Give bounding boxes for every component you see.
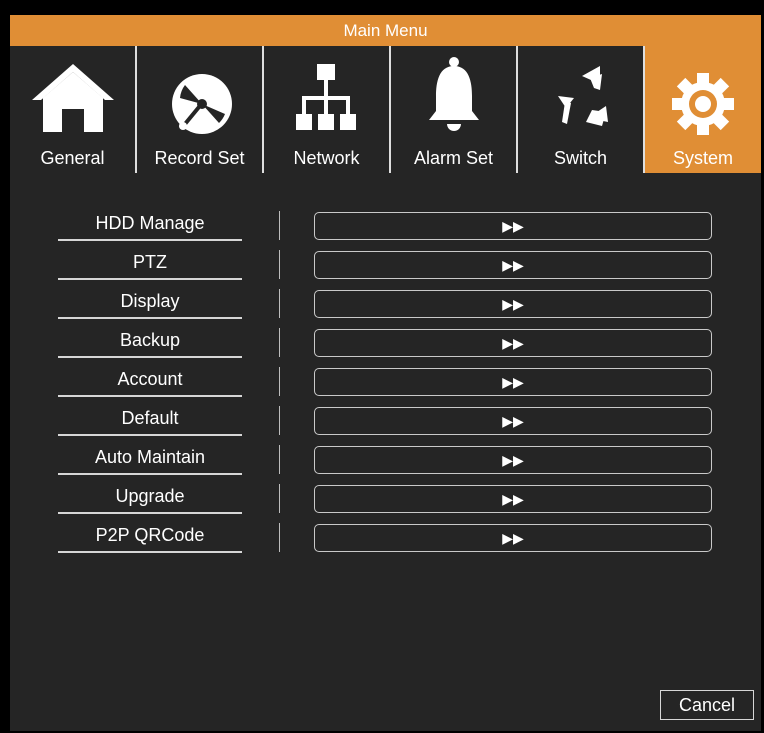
tab-network[interactable]: Network xyxy=(264,46,391,173)
menu-item-label: Default xyxy=(58,401,242,436)
backup-button[interactable]: ▶▶ xyxy=(314,329,712,357)
gear-icon xyxy=(645,48,761,144)
ptz-button[interactable]: ▶▶ xyxy=(314,251,712,279)
menu-item-label: Display xyxy=(58,284,242,319)
menu-row-auto-maintain: Auto Maintain ▶▶ xyxy=(10,440,761,479)
switch-arrows-icon xyxy=(518,48,643,144)
tab-system[interactable]: System xyxy=(645,46,761,173)
cancel-button[interactable]: Cancel xyxy=(660,690,754,720)
menu-row-backup: Backup ▶▶ xyxy=(10,323,761,362)
tab-switch[interactable]: Switch xyxy=(518,46,645,173)
menu-row-upgrade: Upgrade ▶▶ xyxy=(10,479,761,518)
auto-maintain-button[interactable]: ▶▶ xyxy=(314,446,712,474)
menu-row-account: Account ▶▶ xyxy=(10,362,761,401)
bell-icon xyxy=(391,48,516,144)
divider xyxy=(279,211,280,240)
display-button[interactable]: ▶▶ xyxy=(314,290,712,318)
tab-label: Switch xyxy=(553,148,607,168)
tab-bar: General Record Set Network Alarm Set Swi… xyxy=(10,46,761,173)
tab-record-set[interactable]: Record Set xyxy=(137,46,264,173)
disc-icon xyxy=(137,48,262,144)
tab-label: General xyxy=(40,148,105,168)
divider xyxy=(279,250,280,279)
menu-item-label: Upgrade xyxy=(58,479,242,514)
tab-general[interactable]: General xyxy=(10,46,137,173)
account-button[interactable]: ▶▶ xyxy=(314,368,712,396)
divider xyxy=(279,328,280,357)
menu-row-p2p-qrcode: P2P QRCode ▶▶ xyxy=(10,518,761,557)
menu-row-default: Default ▶▶ xyxy=(10,401,761,440)
menu-item-label: Account xyxy=(58,362,242,397)
menu-item-label: Backup xyxy=(58,323,242,358)
menu-row-ptz: PTZ ▶▶ xyxy=(10,245,761,284)
divider xyxy=(279,406,280,435)
tab-label: Network xyxy=(293,148,360,168)
divider xyxy=(279,289,280,318)
tab-alarm-set[interactable]: Alarm Set xyxy=(391,46,518,173)
divider xyxy=(279,484,280,513)
main-menu-window: Main Menu General Record Set Network Ala… xyxy=(10,15,761,731)
default-button[interactable]: ▶▶ xyxy=(314,407,712,435)
menu-item-label: P2P QRCode xyxy=(58,518,242,553)
p2p-qrcode-button[interactable]: ▶▶ xyxy=(314,524,712,552)
system-menu-list: HDD Manage ▶▶ PTZ ▶▶ Display ▶▶ Backup ▶… xyxy=(10,173,761,573)
menu-row-hdd-manage: HDD Manage ▶▶ xyxy=(10,206,761,245)
menu-item-label: Auto Maintain xyxy=(58,440,242,475)
tab-label: System xyxy=(672,148,733,168)
divider xyxy=(279,523,280,552)
menu-item-label: PTZ xyxy=(58,245,242,280)
hdd-manage-button[interactable]: ▶▶ xyxy=(314,212,712,240)
menu-row-display: Display ▶▶ xyxy=(10,284,761,323)
tab-label: Alarm Set xyxy=(413,148,494,168)
menu-item-label: HDD Manage xyxy=(58,206,242,241)
window-title: Main Menu xyxy=(10,15,761,46)
home-icon xyxy=(10,48,135,144)
tab-label: Record Set xyxy=(154,148,245,168)
network-icon xyxy=(264,48,389,144)
divider xyxy=(279,367,280,396)
upgrade-button[interactable]: ▶▶ xyxy=(314,485,712,513)
divider xyxy=(279,445,280,474)
